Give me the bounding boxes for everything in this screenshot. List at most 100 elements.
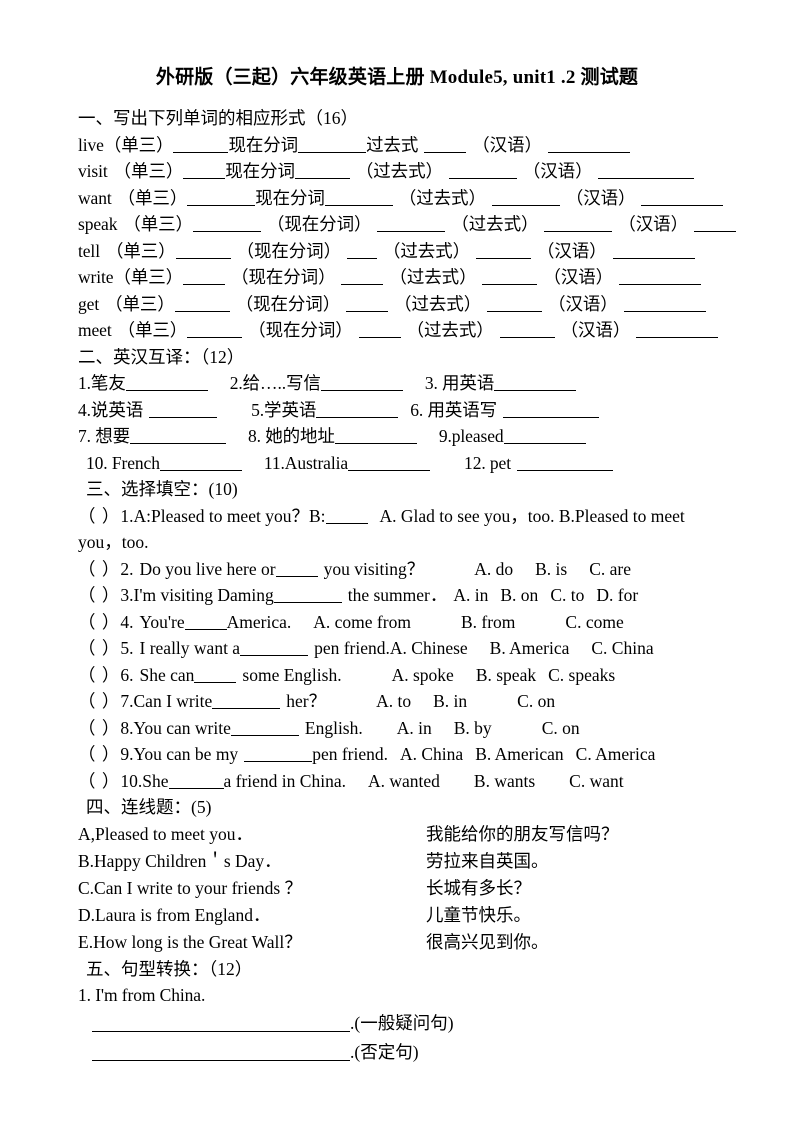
blank-rewrite-2[interactable] <box>92 1045 350 1061</box>
blank-translate-5[interactable] <box>316 404 399 418</box>
mc-option-6-b[interactable]: B. speak <box>476 665 536 685</box>
match-left-d[interactable]: D.Laura is from England． <box>78 902 426 929</box>
blank-translate-12[interactable] <box>516 457 613 471</box>
blank-past-want[interactable] <box>491 192 560 206</box>
match-left-e[interactable]: E.How long is the Great Wall？ <box>78 929 426 956</box>
mc-option-9-a[interactable]: A. China <box>400 744 463 764</box>
mc-option-8-b[interactable]: B. by <box>454 718 492 738</box>
mc-option-7-a[interactable]: A. to <box>376 691 411 711</box>
blank-present-meet[interactable] <box>358 324 401 338</box>
mc-option-4-a[interactable]: A. come from <box>313 612 411 632</box>
blank-past-write[interactable] <box>482 271 538 285</box>
match-right-c[interactable]: 长城有多长？ <box>426 875 531 902</box>
blank-mc-7[interactable] <box>212 695 281 709</box>
mc-answer-bracket-4[interactable]: （ ） <box>78 612 120 632</box>
blank-past-meet[interactable] <box>499 324 555 338</box>
match-left-c[interactable]: C.Can I write to your friends ？ <box>78 875 426 902</box>
match-right-a[interactable]: 我能给你的朋友写信吗？ <box>426 821 619 848</box>
mc-answer-bracket-7[interactable]: （ ） <box>78 691 120 711</box>
mc-option-6-c[interactable]: C. speaks <box>548 665 615 685</box>
blank-present-visit[interactable] <box>294 165 350 179</box>
blank-third-visit[interactable] <box>183 165 226 179</box>
blank-translate-3[interactable] <box>494 377 577 391</box>
blank-chinese-live[interactable] <box>547 139 630 153</box>
blank-present-write[interactable] <box>341 271 384 285</box>
blank-translate-10[interactable] <box>159 457 242 471</box>
match-right-b[interactable]: 劳拉来自英国。 <box>426 848 549 875</box>
blank-translate-7[interactable] <box>130 430 226 444</box>
mc-option-8-a[interactable]: A. in <box>397 718 432 738</box>
mc-option-7-b[interactable]: B. in <box>433 691 467 711</box>
blank-third-write[interactable] <box>183 271 226 285</box>
blank-chinese-want[interactable] <box>641 192 724 206</box>
mc-option-5-c[interactable]: C. China <box>591 638 653 658</box>
blank-mc-5[interactable] <box>240 642 309 656</box>
blank-translate-8[interactable] <box>334 430 417 444</box>
blank-chinese-get[interactable] <box>623 298 706 312</box>
blank-translate-9[interactable] <box>503 430 586 444</box>
blank-third-get[interactable] <box>174 298 230 312</box>
blank-present-tell[interactable] <box>346 245 377 259</box>
mc-option-2-a[interactable]: A. do <box>474 559 513 579</box>
mc-answer-bracket-5[interactable]: （ ） <box>78 638 120 658</box>
match-left-a[interactable]: A,Pleased to meet you． <box>78 821 426 848</box>
match-left-b[interactable]: B.Happy Children＇s Day． <box>78 848 426 875</box>
mc-option-10-b[interactable]: B. wants <box>474 771 535 791</box>
blank-present-want[interactable] <box>324 192 393 206</box>
blank-mc-4[interactable] <box>184 616 227 630</box>
blank-mc-9[interactable] <box>244 748 313 762</box>
mc-option-10-a[interactable]: A. wanted <box>368 771 440 791</box>
blank-present-speak[interactable] <box>377 218 446 232</box>
mc-option-8-c[interactable]: C. on <box>542 718 580 738</box>
match-right-d[interactable]: 儿童节快乐。 <box>426 902 531 929</box>
blank-past-visit[interactable] <box>448 165 517 179</box>
blank-third-speak[interactable] <box>192 218 261 232</box>
blank-rewrite-1[interactable] <box>92 1016 350 1032</box>
match-right-e[interactable]: 很高兴见到你。 <box>426 929 549 956</box>
mc-option-3-c[interactable]: C. to <box>550 585 584 605</box>
blank-past-get[interactable] <box>487 298 543 312</box>
mc-answer-bracket-2[interactable]: （ ） <box>78 559 120 579</box>
mc-option-2-c[interactable]: C. are <box>589 559 631 579</box>
blank-translate-1[interactable] <box>125 377 208 391</box>
blank-mc-10[interactable] <box>168 775 224 789</box>
blank-chinese-meet[interactable] <box>636 324 719 338</box>
blank-third-want[interactable] <box>187 192 256 206</box>
mc-option-3-a[interactable]: A. in <box>453 585 488 605</box>
blank-past-speak[interactable] <box>544 218 613 232</box>
blank-mc-6[interactable] <box>194 669 237 683</box>
blank-third-meet[interactable] <box>187 324 243 338</box>
mc-option-4-b[interactable]: B. from <box>461 612 515 632</box>
mc-option-5-a[interactable]: A. Chinese <box>390 638 468 658</box>
mc-option-3-b[interactable]: B. on <box>500 585 538 605</box>
mc-answer-bracket-8[interactable]: （ ） <box>78 718 120 738</box>
mc-option-6-a[interactable]: A. spoke <box>392 665 454 685</box>
blank-translate-2[interactable] <box>320 377 403 391</box>
mc-option-10-c[interactable]: C. want <box>569 771 623 791</box>
mc-option-3-d[interactable]: D. for <box>596 585 638 605</box>
blank-present-get[interactable] <box>346 298 389 312</box>
blank-chinese-visit[interactable] <box>598 165 695 179</box>
blank-mc-1[interactable] <box>325 510 368 524</box>
mc-answer-bracket-10[interactable]: （ ） <box>78 771 120 791</box>
blank-chinese-tell[interactable] <box>612 245 695 259</box>
blank-chinese-speak[interactable] <box>693 218 736 232</box>
mc-option-4-c[interactable]: C. come <box>565 612 623 632</box>
mc-answer-bracket-1[interactable]: （ ） <box>78 506 120 526</box>
mc-option-9-b[interactable]: B. American <box>475 744 563 764</box>
blank-translate-6[interactable] <box>503 404 600 418</box>
blank-third-live[interactable] <box>173 139 229 153</box>
blank-chinese-write[interactable] <box>619 271 702 285</box>
mc-answer-bracket-3[interactable]: （ ） <box>78 585 120 605</box>
mc-options-1[interactable]: A. Glad to see you，too. B.Pleased to mee… <box>380 506 685 526</box>
mc-option-9-c[interactable]: C. America <box>576 744 656 764</box>
blank-mc-2[interactable] <box>275 563 318 577</box>
blank-third-tell[interactable] <box>175 245 231 259</box>
blank-present-live[interactable] <box>298 139 367 153</box>
blank-translate-11[interactable] <box>348 457 431 471</box>
blank-past-live[interactable] <box>424 139 467 153</box>
mc-option-2-b[interactable]: B. is <box>535 559 567 579</box>
blank-past-tell[interactable] <box>475 245 531 259</box>
mc-answer-bracket-9[interactable]: （ ） <box>78 744 120 764</box>
mc-option-5-b[interactable]: B. America <box>490 638 570 658</box>
